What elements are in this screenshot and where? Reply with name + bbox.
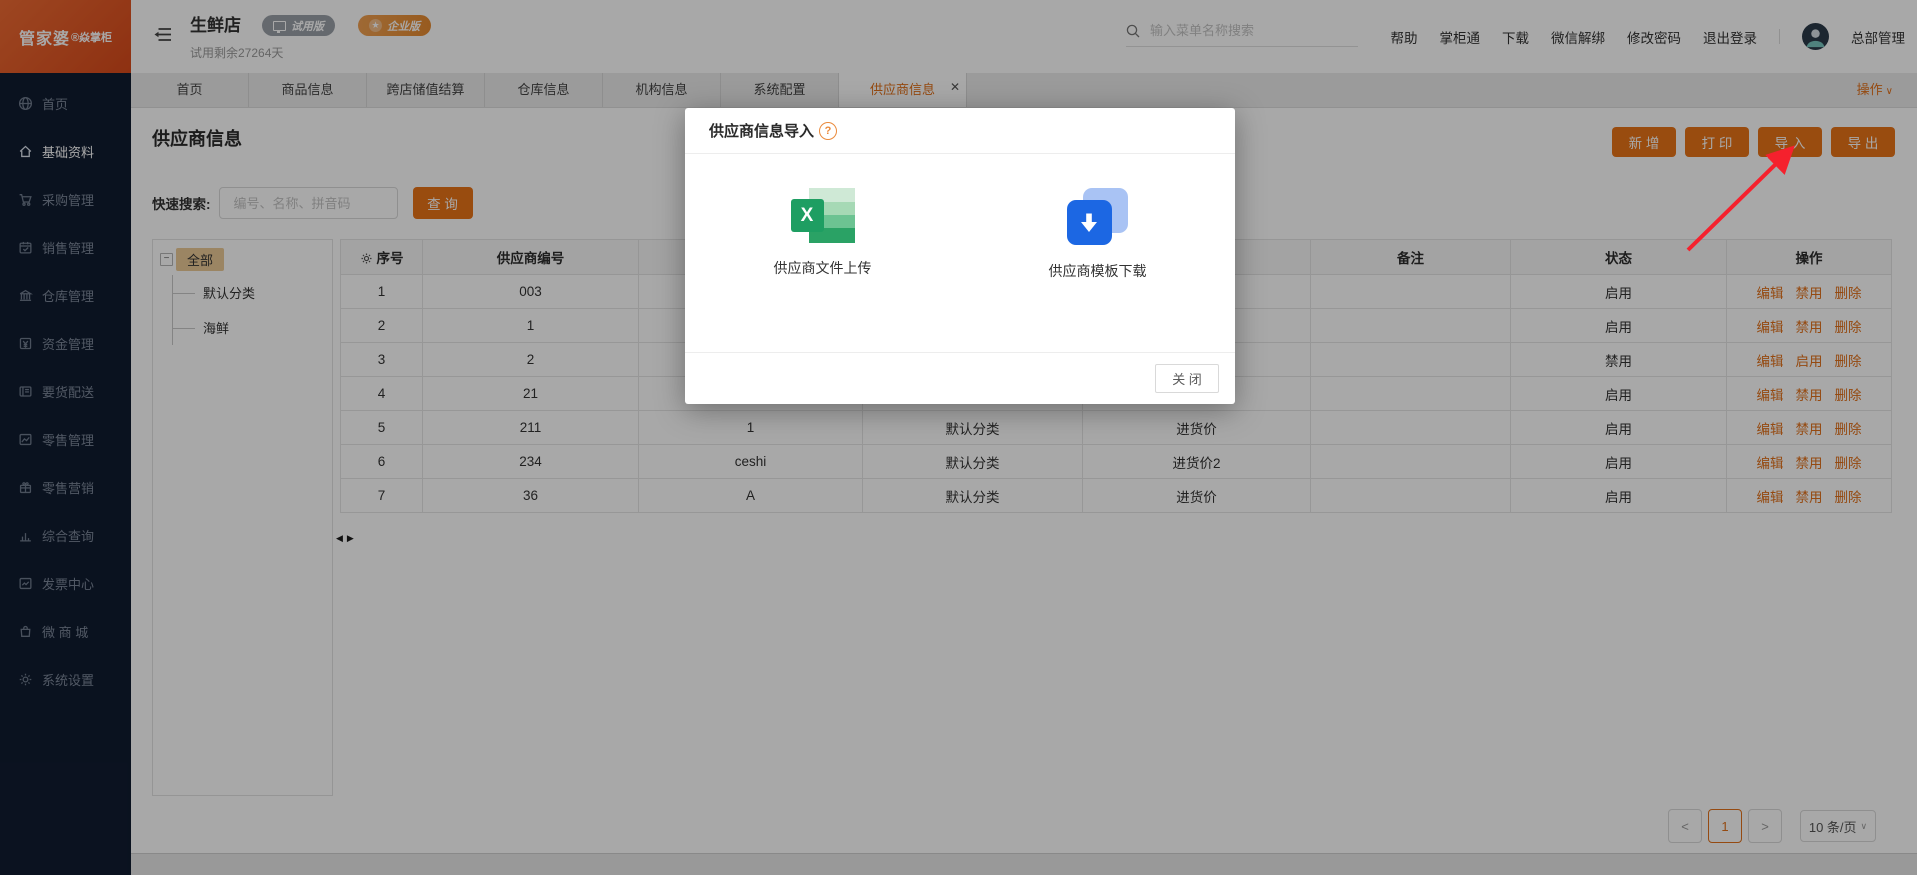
excel-icon: X — [790, 188, 855, 243]
dialog-title: 供应商信息导入 — [709, 123, 815, 140]
download-template-option[interactable]: 供应商模板下载 — [1023, 188, 1173, 352]
upload-supplier-file-option[interactable]: X 供应商文件上传 — [748, 188, 898, 352]
dialog-footer: 关 闭 — [685, 352, 1235, 404]
download-option-label: 供应商模板下载 — [1048, 263, 1147, 279]
close-dialog-button[interactable]: 关 闭 — [1155, 364, 1219, 393]
dialog-header: 供应商信息导入 ? — [685, 108, 1235, 154]
help-question-icon[interactable]: ? — [819, 121, 838, 140]
dialog-body: X 供应商文件上传 供应商模板下载 — [685, 154, 1235, 352]
download-icon — [1066, 188, 1129, 246]
app-window: 首页 基础资料 采购管理 销售管理 仓库管理 资金管理 要货配送 零售管理 零售… — [0, 0, 1917, 875]
upload-option-label: 供应商文件上传 — [773, 260, 872, 276]
import-dialog: 供应商信息导入 ? X 供应商文件上传 供应商模板下载 关 闭 — [685, 108, 1235, 404]
